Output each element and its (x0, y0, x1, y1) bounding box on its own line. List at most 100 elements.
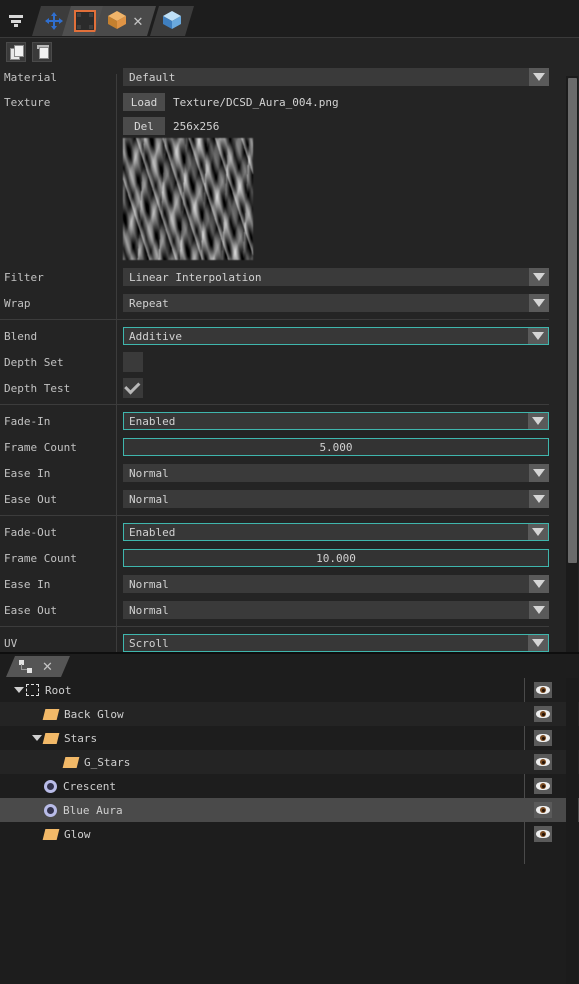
properties-scrollbar[interactable] (566, 76, 578, 652)
eye-icon (536, 806, 550, 814)
chevron-down-icon[interactable] (529, 601, 549, 619)
fade-in-value: Enabled (129, 414, 176, 428)
tab-model[interactable]: ✕ (94, 6, 156, 36)
fade-in-ease-in-value: Normal (129, 466, 169, 480)
texture-path: Texture/DCSD_Aura_004.png (173, 95, 339, 109)
filter-label: Filter (4, 270, 44, 284)
chevron-down-icon[interactable] (30, 735, 44, 741)
row-wrap: Wrap Repeat (0, 290, 561, 316)
visibility-toggle[interactable] (534, 706, 552, 722)
tab-hierarchy[interactable]: ✕ (6, 656, 70, 677)
tab-viewer[interactable] (150, 6, 194, 36)
tree-row-blue-aura[interactable]: Blue Aura (0, 798, 579, 822)
chevron-down-icon[interactable] (529, 294, 549, 312)
visibility-toggle[interactable] (534, 826, 552, 842)
texture-size: 256x256 (173, 119, 220, 133)
tab-collapse[interactable] (2, 6, 36, 36)
properties-toolbar (0, 38, 561, 64)
chevron-down-icon[interactable] (12, 687, 26, 693)
row-depth-set: Depth Set (0, 349, 561, 375)
fade-out-value: Enabled (129, 525, 176, 539)
row-texture: Texture Load Texture/DCSD_Aura_004.png (0, 90, 561, 114)
tree-row-stars[interactable]: Stars (0, 726, 579, 750)
fade-in-frame-count-input[interactable]: 5.000 (123, 438, 549, 456)
blend-dropdown[interactable]: Additive (123, 327, 549, 345)
hierarchy-panel: ✕ Root Back Glow Stars G_Stars Crescent … (0, 652, 579, 984)
folder-icon (42, 732, 60, 744)
row-blend: Blend Additive (0, 323, 561, 349)
tree-item-label: Blue Aura (63, 803, 123, 817)
texture-preview[interactable] (123, 138, 253, 260)
row-fade-out: Fade-Out Enabled (0, 519, 561, 545)
fade-in-ease-out-dropdown[interactable]: Normal (123, 490, 549, 508)
visibility-toggle[interactable] (534, 730, 552, 746)
section-divider (0, 626, 549, 627)
depth-set-checkbox[interactable] (123, 352, 143, 372)
fade-in-frame-count-label: Frame Count (4, 440, 77, 454)
chevron-down-icon[interactable] (528, 328, 548, 344)
eye-icon (536, 734, 550, 742)
fade-in-ease-out-label: Ease Out (4, 492, 57, 506)
wrap-dropdown[interactable]: Repeat (123, 294, 549, 312)
properties-panel: Material Default Texture Load Texture/DC… (0, 38, 579, 652)
visibility-toggle[interactable] (534, 778, 552, 794)
tree-item-label: Glow (64, 827, 91, 841)
chevron-down-icon[interactable] (529, 268, 549, 286)
depth-test-label: Depth Test (4, 381, 71, 395)
chevron-down-icon[interactable] (529, 575, 549, 593)
paste-button[interactable] (32, 42, 52, 62)
chevron-down-icon[interactable] (528, 413, 548, 429)
chevron-down-icon[interactable] (528, 524, 548, 540)
uv-dropdown[interactable]: Scroll (123, 634, 549, 652)
section-divider (0, 515, 549, 516)
fade-out-dropdown[interactable]: Enabled (123, 523, 549, 541)
copy-button[interactable] (6, 42, 26, 62)
material-dropdown[interactable]: Default (123, 68, 549, 86)
fade-out-label: Fade-Out (4, 525, 57, 539)
material-label: Material (4, 70, 57, 84)
row-fade-in-ease-in: Ease In Normal (0, 460, 561, 486)
tree-row-glow[interactable]: Glow (0, 822, 579, 846)
row-depth-test: Depth Test (0, 375, 561, 401)
fade-out-ease-out-label: Ease Out (4, 603, 57, 617)
fade-in-ease-in-label: Ease In (4, 466, 51, 480)
chevron-down-icon[interactable] (529, 490, 549, 508)
blend-label: Blend (4, 329, 38, 343)
row-fade-out-ease-in: Ease In Normal (0, 571, 561, 597)
close-icon[interactable]: ✕ (133, 15, 144, 28)
close-icon[interactable]: ✕ (42, 660, 53, 673)
fade-out-ease-in-dropdown[interactable]: Normal (123, 575, 549, 593)
tree-row-crescent[interactable]: Crescent (0, 774, 579, 798)
tree-row-root[interactable]: Root (0, 678, 579, 702)
hierarchy-tree: Root Back Glow Stars G_Stars Crescent Bl… (0, 678, 579, 984)
texture-load-button[interactable]: Load (123, 93, 165, 111)
fade-out-frame-count-input[interactable]: 10.000 (123, 549, 549, 567)
chevron-down-icon[interactable] (529, 68, 549, 86)
depth-test-checkbox[interactable] (123, 378, 143, 398)
eye-icon (536, 758, 550, 766)
row-texture-preview (0, 138, 561, 264)
row-filter: Filter Linear Interpolation (0, 264, 561, 290)
chevron-down-icon[interactable] (529, 464, 549, 482)
fade-out-ease-out-dropdown[interactable]: Normal (123, 601, 549, 619)
filter-dropdown[interactable]: Linear Interpolation (123, 268, 549, 286)
visibility-toggle[interactable] (534, 802, 552, 818)
tree-row-back-glow[interactable]: Back Glow (0, 702, 579, 726)
visibility-toggle[interactable] (534, 682, 552, 698)
fade-in-dropdown[interactable]: Enabled (123, 412, 549, 430)
texture-del-button[interactable]: Del (123, 117, 165, 135)
depth-set-label: Depth Set (4, 355, 64, 369)
wrap-value: Repeat (129, 296, 169, 310)
fade-out-ease-in-value: Normal (129, 577, 169, 591)
visibility-toggle[interactable] (534, 754, 552, 770)
properties-scrollbar-thumb[interactable] (568, 78, 577, 563)
hierarchy-scrollbar[interactable] (566, 678, 578, 984)
chevron-down-icon[interactable] (528, 635, 548, 651)
row-fade-out-frame-count: Frame Count 10.000 (0, 545, 561, 571)
root-icon (26, 684, 39, 696)
eye-icon (536, 710, 550, 718)
fade-out-ease-out-value: Normal (129, 603, 169, 617)
fade-in-ease-in-dropdown[interactable]: Normal (123, 464, 549, 482)
texture-label: Texture (4, 95, 51, 109)
tree-row-g-stars[interactable]: G_Stars (0, 750, 579, 774)
